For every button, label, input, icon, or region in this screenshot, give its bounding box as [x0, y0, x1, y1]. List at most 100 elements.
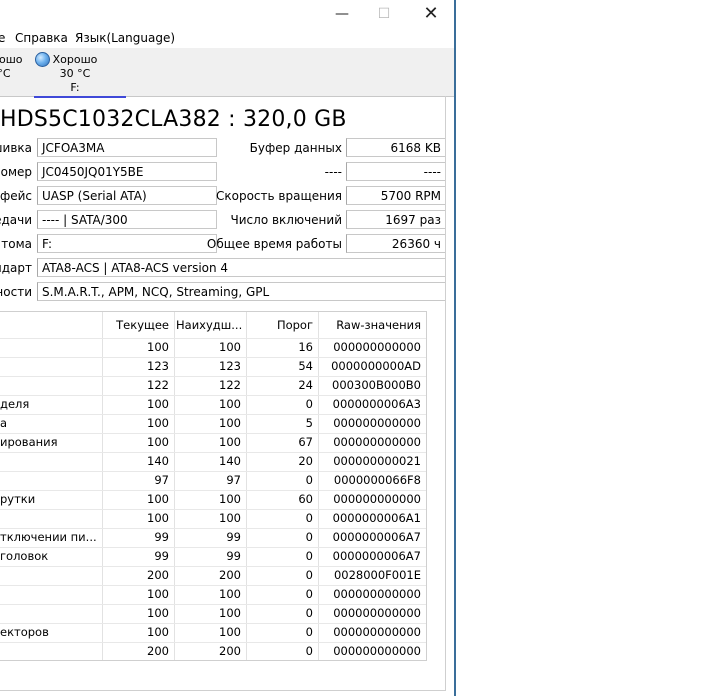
attribute-name: [0, 338, 98, 357]
table-row[interactable]: а 100 100 5 000000000000: [0, 414, 426, 433]
window-border: [454, 0, 456, 696]
raw-value: 000000000000: [333, 644, 421, 658]
table-row[interactable]: 100 100 0 000000000000: [0, 604, 426, 623]
attribute-name: [0, 585, 98, 604]
threshold-value: 5: [305, 416, 313, 430]
raw-value: 000000000000: [333, 435, 421, 449]
attribute-name: тключении пи...: [0, 530, 97, 544]
column-header-current[interactable]: Текущее: [104, 312, 169, 338]
drive-button-f[interactable]: Хорошо 30 °C F:: [44, 53, 106, 95]
selected-drive-indicator: [34, 96, 126, 98]
attribute-name: [0, 642, 98, 661]
minimize-icon[interactable]: —: [322, 4, 362, 24]
unknown-value: ----: [346, 162, 446, 181]
table-row[interactable]: головок 99 99 0 0000000006A7: [0, 547, 426, 566]
menu-item-service[interactable]: е: [0, 31, 5, 45]
volume-letter-label: ка тома: [0, 237, 32, 251]
worst-value: 122: [219, 378, 241, 392]
threshold-value: 0: [305, 587, 313, 601]
table-row[interactable]: 100 100 16 000000000000: [0, 338, 426, 357]
table-row[interactable]: 200 200 0 0028000F001E: [0, 566, 426, 585]
worst-value: 100: [219, 435, 241, 449]
current-value: 100: [147, 340, 169, 354]
raw-value: 000000000000: [333, 606, 421, 620]
current-value: 100: [147, 416, 169, 430]
column-header-worst[interactable]: Наихудш...: [176, 312, 242, 338]
current-value: 97: [154, 473, 169, 487]
threshold-value: 0: [305, 549, 313, 563]
menu-item-language[interactable]: Язык(Language): [75, 31, 175, 45]
current-value: 200: [147, 568, 169, 582]
features-label: ности: [0, 285, 32, 299]
attribute-name: рутки: [0, 492, 36, 506]
raw-value: 000000000000: [333, 340, 421, 354]
features-value: S.M.A.R.T., APM, NCQ, Streaming, GPL: [37, 282, 446, 301]
worst-value: 100: [219, 511, 241, 525]
standard-label: ндарт: [0, 261, 32, 275]
column-header-threshold[interactable]: Порог: [248, 312, 313, 338]
rotation-speed-value: 5700 RPM: [346, 186, 446, 205]
table-row[interactable]: 123 123 54 0000000000AD: [0, 357, 426, 376]
table-row[interactable]: 97 97 0 0000000066F8: [0, 471, 426, 490]
attribute-name: [0, 357, 98, 376]
attribute-name: деля: [0, 397, 30, 411]
close-icon[interactable]: ✕: [411, 4, 451, 24]
standard-value: ATA8-ACS | ATA8-ACS version 4: [37, 258, 446, 277]
attribute-name: [0, 566, 98, 585]
attribute-name: [0, 471, 98, 490]
power-on-hours-value: 26360 ч: [346, 234, 446, 253]
worst-value: 100: [219, 606, 241, 620]
table-row[interactable]: 140 140 20 000000000021: [0, 452, 426, 471]
smart-table[interactable]: Текущее Наихудш... Порог Raw-значения 10…: [0, 311, 427, 661]
table-row[interactable]: деля 100 100 0 0000000006A3: [0, 395, 426, 414]
table-row[interactable]: 200 200 0 000000000000: [0, 642, 426, 661]
current-value: 100: [147, 625, 169, 639]
drive-temp: 30 °C: [59, 67, 91, 80]
threshold-value: 0: [305, 397, 313, 411]
table-row[interactable]: тключении пи... 99 99 0 0000000006A7: [0, 528, 426, 547]
worst-value: 100: [219, 416, 241, 430]
threshold-value: 54: [298, 359, 313, 373]
firmware-label: шивка: [0, 141, 32, 155]
current-value: 100: [147, 397, 169, 411]
raw-value: 000000000000: [333, 492, 421, 506]
threshold-value: 0: [305, 625, 313, 639]
table-row[interactable]: екторов 100 100 0 000000000000: [0, 623, 426, 642]
table-row[interactable]: рутки 100 100 60 000000000000: [0, 490, 426, 509]
menu-item-help[interactable]: Справка: [15, 31, 68, 45]
current-value: 99: [154, 530, 169, 544]
power-on-count-value: 1697 раз: [346, 210, 446, 229]
column-header-raw[interactable]: Raw-значения: [320, 312, 421, 338]
current-value: 100: [147, 511, 169, 525]
threshold-value: 0: [305, 511, 313, 525]
current-value: 100: [147, 606, 169, 620]
power-on-count-label: Число включений: [230, 213, 342, 227]
worst-value: 100: [219, 625, 241, 639]
current-value: 100: [147, 435, 169, 449]
drive-status: рошо: [0, 53, 23, 66]
raw-value: 0000000006A1: [332, 511, 421, 525]
threshold-value: 20: [298, 454, 313, 468]
table-row[interactable]: 122 122 24 000300B000B0: [0, 376, 426, 395]
current-value: 100: [147, 492, 169, 506]
current-value: 99: [154, 549, 169, 563]
attribute-name: головок: [0, 549, 49, 563]
table-row[interactable]: 100 100 0 0000000006A1: [0, 509, 426, 528]
drive-button-prev[interactable]: рошо °C: [0, 53, 23, 81]
threshold-value: 0: [305, 606, 313, 620]
attribute-name: екторов: [0, 625, 49, 639]
maximize-icon[interactable]: ☐: [364, 4, 404, 24]
worst-value: 100: [219, 397, 241, 411]
table-row[interactable]: 100 100 0 000000000000: [0, 585, 426, 604]
raw-value: 0000000006A7: [332, 549, 421, 563]
raw-value: 000000000021: [333, 454, 421, 468]
volume-letter-value: F:: [37, 234, 217, 253]
column-header-attribute[interactable]: [0, 312, 98, 338]
panel-border-right: [445, 96, 446, 691]
threshold-value: 67: [298, 435, 313, 449]
table-row[interactable]: ирования 100 100 67 000000000000: [0, 433, 426, 452]
serial-value: JC0450JQ01Y5BE: [37, 162, 217, 181]
raw-value: 0000000066F8: [333, 473, 421, 487]
current-value: 100: [147, 587, 169, 601]
threshold-value: 0: [305, 530, 313, 544]
